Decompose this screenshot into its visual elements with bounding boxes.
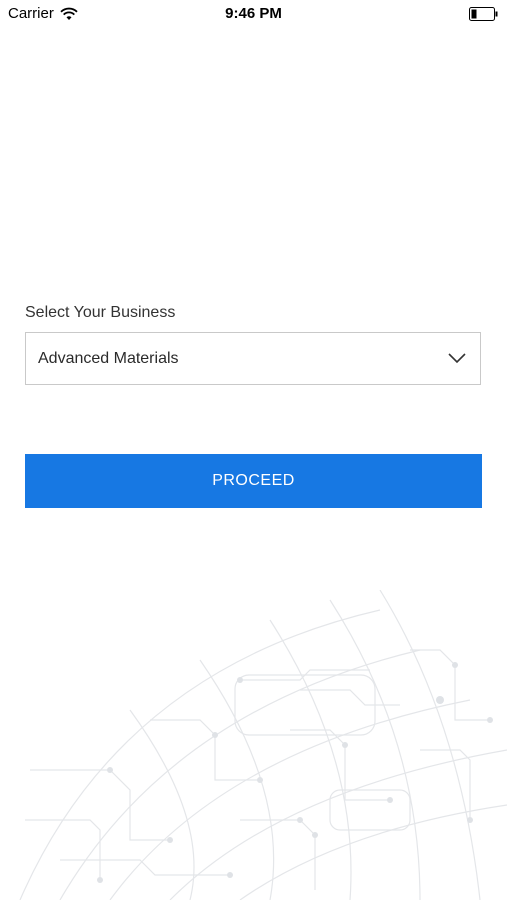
business-dropdown[interactable]: Advanced Materials xyxy=(25,332,481,385)
business-select-label: Select Your Business xyxy=(25,304,176,321)
chevron-down-icon xyxy=(448,353,466,364)
business-dropdown-value: Advanced Materials xyxy=(38,349,179,367)
status-bar: Carrier 9:46 PM xyxy=(0,0,507,28)
business-select-screen: Carrier 9:46 PM Select Your Business Adv… xyxy=(0,0,507,900)
proceed-button[interactable]: PROCEED xyxy=(25,454,482,508)
battery-icon xyxy=(469,7,498,21)
status-time: 9:46 PM xyxy=(225,5,282,22)
circuit-globe-art xyxy=(19,590,507,900)
